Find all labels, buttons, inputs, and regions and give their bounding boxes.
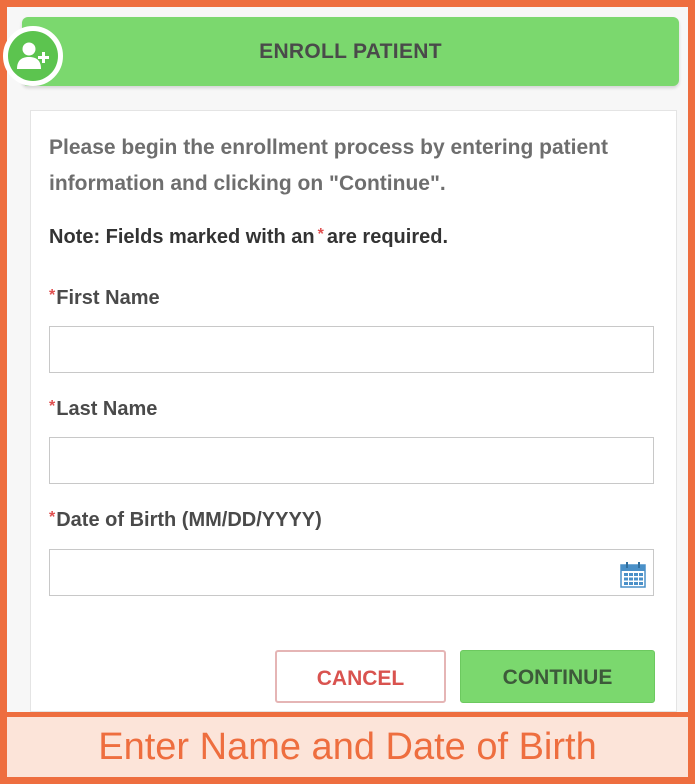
last-name-label-text: Last Name	[56, 398, 158, 420]
first-name-label-text: First Name	[56, 287, 160, 309]
last-name-input[interactable]	[49, 437, 654, 484]
dob-input[interactable]	[49, 549, 654, 596]
dob-label: *Date of Birth (MM/DD/YYYY)	[49, 509, 322, 532]
dialog-title: ENROLL PATIENT	[259, 40, 442, 63]
last-name-label: *Last Name	[49, 398, 157, 421]
first-name-label: *First Name	[49, 287, 160, 310]
intro-text: Please begin the enrollment process by e…	[49, 136, 608, 195]
required-asterisk: *	[49, 509, 56, 526]
required-asterisk: *	[49, 287, 56, 304]
note-prefix: Note: Fields marked with an	[49, 226, 315, 248]
required-asterisk: *	[49, 398, 56, 415]
calendar-icon[interactable]	[619, 561, 647, 589]
add-user-icon	[3, 26, 63, 86]
cancel-button[interactable]: CANCEL	[275, 650, 446, 703]
continue-button[interactable]: CONTINUE	[460, 650, 655, 703]
required-note: Note: Fields marked with an * are required…	[49, 226, 448, 249]
dob-label-text: Date of Birth (MM/DD/YYYY)	[56, 509, 322, 531]
dialog-header: ENROLL PATIENT	[22, 17, 679, 86]
note-suffix: are required.	[326, 226, 449, 248]
instruction-caption: Enter Name and Date of Birth	[7, 717, 688, 777]
required-asterisk: *	[317, 226, 324, 243]
first-name-input[interactable]	[49, 326, 654, 373]
